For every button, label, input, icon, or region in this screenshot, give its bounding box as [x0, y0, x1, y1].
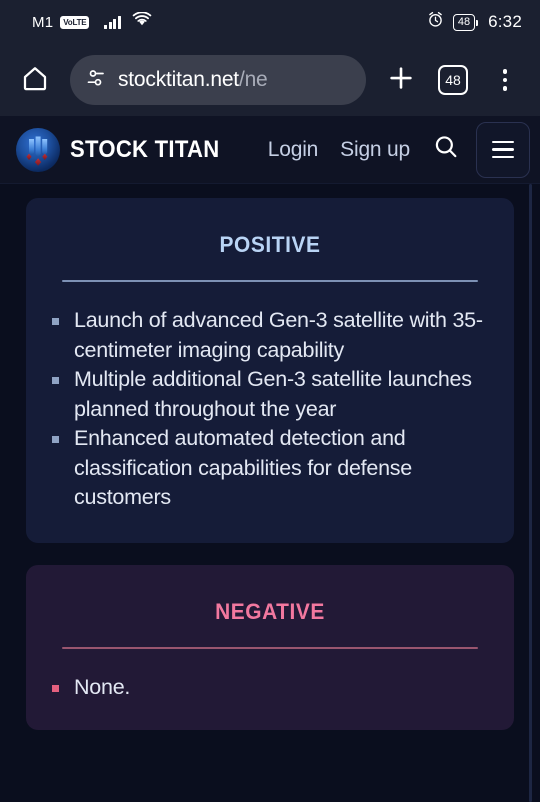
positive-bullet-list: Launch of advanced Gen-3 satellite with … [50, 306, 490, 513]
browser-menu-button[interactable] [484, 59, 526, 101]
status-bar-clock: 6:32 [488, 12, 522, 31]
url-address-bar[interactable]: stocktitan.net/ne [70, 55, 366, 105]
three-dot-menu-icon [502, 69, 508, 91]
phone-screen: M1 VoLTE 48 6:32 stocktitan.net/ne 48 ST… [0, 0, 540, 802]
url-domain: stocktitan.net [118, 68, 239, 91]
volte-badge: VoLTE [60, 15, 90, 29]
wifi-icon [132, 11, 152, 32]
hamburger-menu-button[interactable] [476, 121, 530, 178]
brand-name[interactable]: STOCK TITAN [70, 136, 219, 164]
tune-icon[interactable] [84, 66, 108, 95]
tab-count-badge: 48 [438, 65, 468, 95]
alarm-clock-icon [427, 11, 444, 33]
search-icon [432, 133, 460, 166]
home-button[interactable] [14, 59, 56, 101]
browser-toolbar: stocktitan.net/ne 48 [0, 44, 540, 116]
list-item: Enhanced automated detection and classif… [50, 424, 490, 513]
site-header: STOCK TITAN Login Sign up [0, 116, 540, 184]
carrier-label: M1 [32, 13, 54, 31]
positive-card-title: Positive [219, 224, 321, 259]
signal-bars-icon [104, 15, 121, 29]
signup-link[interactable]: Sign up [340, 138, 410, 162]
home-icon [20, 63, 50, 98]
url-text: stocktitan.net/ne [118, 68, 268, 92]
negative-card-divider [62, 646, 478, 649]
list-item: Launch of advanced Gen-3 satellite with … [50, 306, 490, 365]
hamburger-icon [492, 140, 514, 144]
page-content: Positive Launch of advanced Gen-3 satell… [0, 184, 540, 802]
positive-card-divider [62, 280, 478, 282]
status-bar-right-group: 48 6:32 [427, 11, 522, 33]
search-button[interactable] [426, 130, 466, 170]
system-status-bar: M1 VoLTE 48 6:32 [0, 0, 540, 44]
list-item: None. [50, 673, 490, 703]
url-path: /ne [238, 68, 268, 91]
negative-card-title: Negative [215, 590, 325, 626]
plus-icon [386, 63, 416, 98]
list-item: Multiple additional Gen-3 satellite laun… [50, 365, 490, 424]
status-bar-left-group: M1 VoLTE [32, 11, 152, 32]
tab-switcher-button[interactable]: 48 [432, 59, 474, 101]
stock-titan-logo-icon[interactable] [16, 127, 60, 172]
page-scrollbar[interactable] [529, 184, 532, 802]
negative-bullet-list: None. [50, 673, 490, 703]
login-link[interactable]: Login [268, 138, 319, 162]
header-nav: Login Sign up [268, 138, 410, 162]
negative-card: Negative None. [26, 564, 514, 730]
battery-indicator: 48 [452, 13, 479, 31]
new-tab-button[interactable] [380, 59, 422, 101]
positive-card: Positive Launch of advanced Gen-3 satell… [26, 198, 514, 543]
